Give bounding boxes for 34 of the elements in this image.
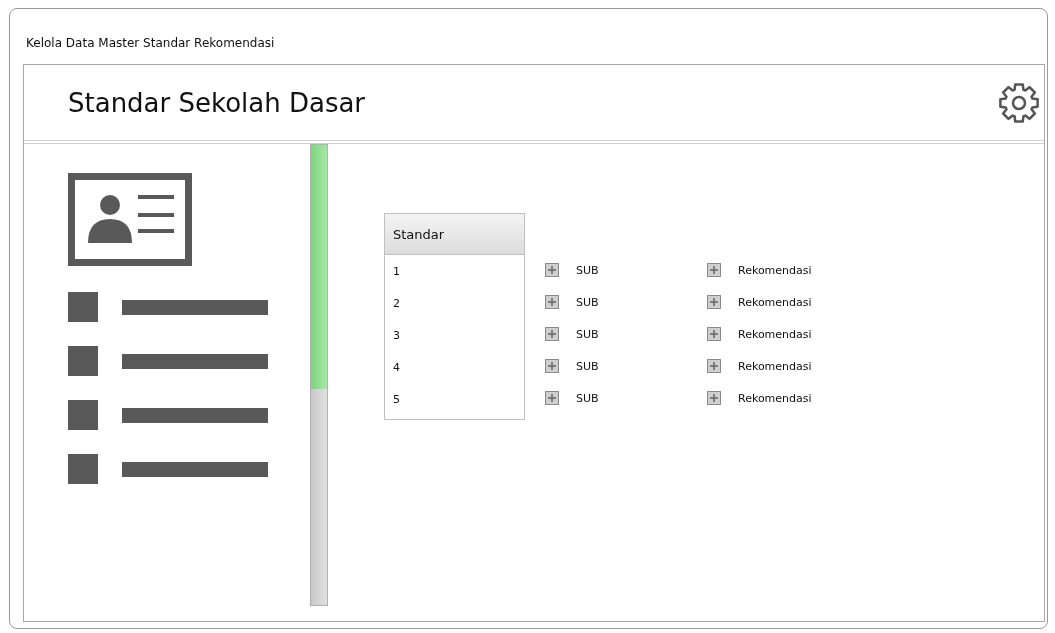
page-title: Standar Sekolah Dasar bbox=[68, 87, 366, 118]
plus-icon[interactable] bbox=[545, 327, 559, 341]
plus-icon[interactable] bbox=[707, 263, 721, 277]
menu-label-placeholder[interactable] bbox=[122, 353, 268, 369]
table-cell[interactable]: 3 bbox=[385, 319, 524, 351]
plus-icon[interactable] bbox=[545, 263, 559, 277]
plus-icon[interactable] bbox=[545, 295, 559, 309]
menu-label-placeholder[interactable] bbox=[122, 407, 268, 423]
table-cell[interactable]: 5 bbox=[385, 383, 524, 415]
plus-icon[interactable] bbox=[707, 327, 721, 341]
table-cell[interactable]: 1 bbox=[385, 255, 524, 287]
menu-label-placeholder[interactable] bbox=[122, 299, 268, 315]
plus-icon[interactable] bbox=[707, 295, 721, 309]
window-title: Kelola Data Master Standar Rekomendasi bbox=[25, 35, 276, 52]
sub-link[interactable]: SUB bbox=[576, 391, 599, 405]
settings-icon[interactable] bbox=[997, 80, 1041, 125]
table-cell[interactable]: 4 bbox=[385, 351, 524, 383]
table-cell[interactable]: 2 bbox=[385, 287, 524, 319]
recommendation-link[interactable]: Rekomendasi bbox=[738, 295, 812, 309]
profile-card-icon bbox=[68, 173, 192, 266]
plus-icon[interactable] bbox=[545, 391, 559, 405]
sub-link[interactable]: SUB bbox=[576, 327, 599, 341]
recommendation-link[interactable]: Rekomendasi bbox=[738, 263, 812, 277]
menu-label-placeholder[interactable] bbox=[122, 461, 268, 477]
sub-link[interactable]: SUB bbox=[576, 295, 599, 309]
recommendation-link[interactable]: Rekomendasi bbox=[738, 391, 812, 405]
sub-link[interactable]: SUB bbox=[576, 359, 599, 373]
sub-link[interactable]: SUB bbox=[576, 263, 599, 277]
plus-icon[interactable] bbox=[545, 359, 559, 373]
column-header: Standar bbox=[385, 214, 524, 255]
recommendation-link[interactable]: Rekomendasi bbox=[738, 327, 812, 341]
recommendation-link[interactable]: Rekomendasi bbox=[738, 359, 812, 373]
plus-icon[interactable] bbox=[707, 391, 721, 405]
plus-icon[interactable] bbox=[707, 359, 721, 373]
